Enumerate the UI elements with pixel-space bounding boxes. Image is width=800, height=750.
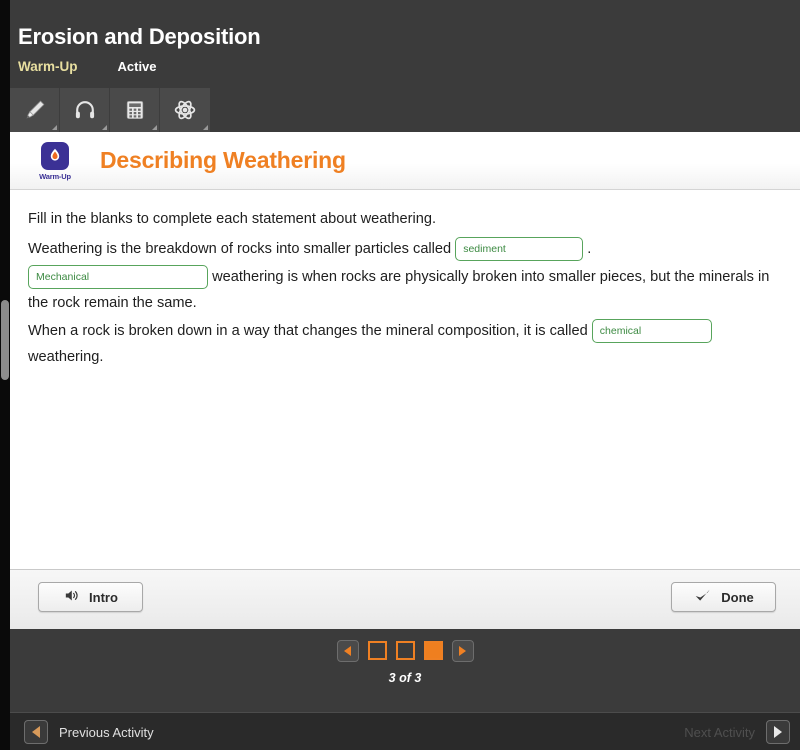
app-header: Erosion and Deposition Warm-Up Active — [10, 0, 800, 88]
tab-active[interactable]: Active — [118, 59, 157, 74]
previous-activity-label: Previous Activity — [59, 724, 154, 740]
statement-3: When a rock is broken down in a way that… — [28, 318, 782, 370]
pagination-next-button[interactable] — [451, 639, 474, 662]
atom-icon — [173, 98, 197, 122]
headphones-icon — [73, 98, 97, 122]
calculator-tool-button[interactable] — [110, 88, 160, 132]
instruction-text: Fill in the blanks to complete each stat… — [28, 211, 437, 227]
warm-up-badge: Warm-Up — [32, 142, 78, 181]
page-indicator-3[interactable] — [423, 641, 443, 660]
pagination-controls — [336, 639, 474, 662]
science-tool-button[interactable] — [160, 88, 210, 132]
card-footer: Intro Done — [10, 569, 800, 629]
triangle-right-icon — [774, 726, 782, 738]
page-indicator-1[interactable] — [367, 641, 387, 660]
bottom-navigation: Previous Activity Next Activity — [10, 712, 800, 750]
pagination-prev-button[interactable] — [336, 639, 359, 662]
next-activity-label: Next Activity — [684, 724, 755, 740]
tool-toolbar — [10, 88, 210, 132]
tab-warm-up[interactable]: Warm-Up — [18, 59, 78, 74]
triangle-left-icon — [344, 645, 351, 656]
highlighter-tool-button[interactable] — [10, 88, 60, 132]
intro-button[interactable]: Intro — [38, 582, 143, 612]
statement-1: Weathering is the breakdown of rocks int… — [28, 236, 782, 262]
speaker-icon — [63, 587, 80, 607]
vertical-scrollbar-thumb[interactable] — [1, 300, 9, 380]
blank-input-sediment[interactable] — [455, 237, 584, 262]
statement-1-after: . — [587, 241, 592, 257]
card-title: Describing Weathering — [100, 147, 346, 173]
page-title: Erosion and Deposition — [18, 24, 261, 49]
calculator-icon — [123, 98, 147, 122]
triangle-left-icon — [32, 726, 40, 738]
intro-button-label: Intro — [89, 589, 118, 605]
page-indicator-2[interactable] — [395, 641, 415, 660]
blank-input-chemical[interactable] — [591, 319, 712, 344]
previous-activity-arrow — [24, 720, 48, 744]
next-activity-button: Next Activity — [684, 720, 790, 744]
previous-activity-button[interactable]: Previous Activity — [24, 720, 154, 744]
statement-1-before: Weathering is the breakdown of rocks int… — [28, 241, 452, 257]
blank-input-mechanical[interactable] — [28, 265, 208, 290]
activity-card: Warm-Up Describing Weathering Fill in th… — [10, 132, 800, 629]
done-button[interactable]: Done — [671, 582, 776, 612]
audio-tool-button[interactable] — [60, 88, 110, 132]
done-button-label: Done — [721, 589, 754, 605]
statement-3-after: weathering. — [28, 349, 104, 365]
activity-app: Erosion and Deposition Warm-Up Active Wa… — [0, 0, 800, 750]
next-activity-arrow[interactable] — [766, 720, 790, 744]
warm-up-badge-label: Warm-Up — [39, 172, 71, 181]
card-body: Fill in the blanks to complete each stat… — [10, 190, 800, 370]
card-titlebar: Warm-Up Describing Weathering — [10, 132, 800, 190]
triangle-right-icon — [459, 645, 466, 656]
pagination: 3 of 3 — [10, 629, 800, 695]
statement-3-before: When a rock is broken down in a way that… — [28, 323, 588, 339]
flame-icon — [41, 142, 69, 170]
highlighter-icon — [23, 98, 47, 122]
check-icon — [693, 586, 712, 608]
page-count-label: 3 of 3 — [388, 670, 422, 685]
statement-2: weathering is when rocks are physically … — [28, 264, 782, 316]
header-tabs: Warm-Up Active — [18, 59, 157, 74]
